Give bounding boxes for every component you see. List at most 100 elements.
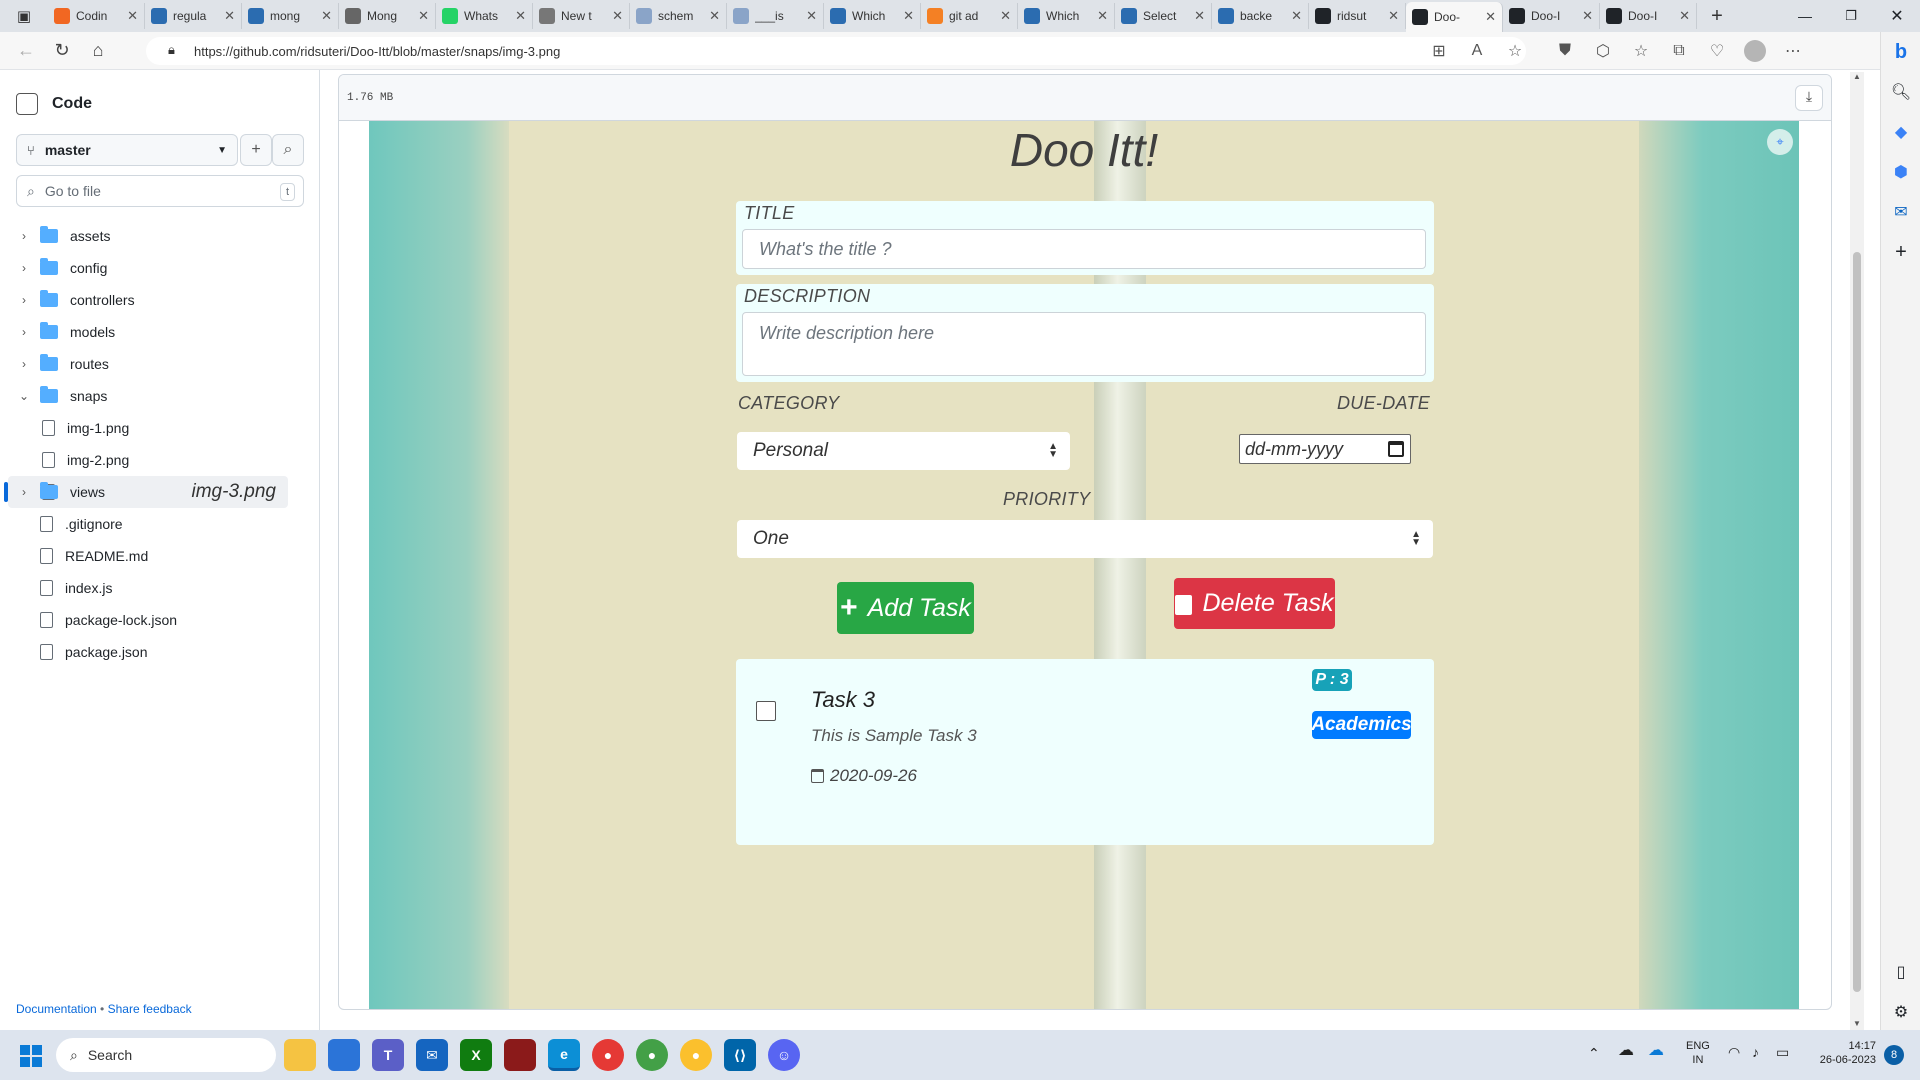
close-tab-icon[interactable]: ✕ (321, 8, 332, 24)
collections-icon[interactable]: ⧉ (1660, 36, 1698, 66)
close-tab-icon[interactable]: ✕ (1097, 8, 1108, 24)
favorite-star-icon[interactable]: ☆ (1496, 36, 1534, 66)
close-tab-icon[interactable]: ✕ (903, 8, 914, 24)
shield-icon[interactable]: ⛊ (1546, 36, 1584, 66)
chevron-down-icon[interactable]: ⌄ (16, 389, 32, 403)
office-icon[interactable]: ⬢ (1881, 152, 1920, 192)
browser-tab[interactable]: git ad ✕ (921, 3, 1018, 29)
title-input[interactable]: What's the title ? (742, 229, 1426, 269)
more-menu-icon[interactable]: ⋯ (1774, 36, 1812, 66)
browser-tab[interactable]: Which ✕ (1018, 3, 1115, 29)
language-indicator[interactable]: ENG IN (1686, 1039, 1710, 1067)
game-icon[interactable] (504, 1039, 536, 1071)
profile-avatar[interactable] (1736, 36, 1774, 66)
chevron-right-icon[interactable]: › (16, 325, 32, 339)
scroll-down-arrow[interactable]: ▼ (1850, 1019, 1864, 1028)
browser-tab[interactable]: Codin ✕ (48, 3, 145, 29)
reload-button[interactable]: ↻ (44, 36, 80, 66)
chevron-right-icon[interactable]: › (16, 261, 32, 275)
cloud-icon[interactable]: ☁ (1648, 1043, 1664, 1059)
browser-tab[interactable]: ___is ✕ (727, 3, 824, 29)
sidebar-toggle-icon[interactable]: ▯ (1881, 952, 1920, 992)
tree-folder[interactable]: › controllers (8, 284, 288, 316)
tree-file[interactable]: index.js (8, 572, 288, 604)
browser-tab[interactable]: Select ✕ (1115, 3, 1212, 29)
close-tab-icon[interactable]: ✕ (1388, 8, 1399, 24)
tree-folder[interactable]: ⌄ snaps (8, 380, 288, 412)
browser-tab[interactable]: ridsut ✕ (1309, 3, 1406, 29)
task-checkbox[interactable] (756, 701, 776, 721)
search-icon[interactable]: 🔍︎ (1881, 72, 1920, 112)
teams-icon[interactable]: T (372, 1039, 404, 1071)
tree-file[interactable]: img-2.png (8, 444, 288, 476)
tree-file[interactable]: .gitignore (8, 508, 288, 540)
start-button[interactable] (20, 1045, 42, 1067)
url-field[interactable]: 🔒︎ https://github.com/ridsuteri/Doo-Itt/… (146, 37, 1526, 65)
close-window-button[interactable]: ✕ (1874, 6, 1920, 26)
taskbar-search[interactable]: ⌕ Search (56, 1038, 276, 1072)
category-select[interactable]: Personal ▲ ▼ (737, 432, 1070, 470)
go-to-file-input[interactable]: ⌕ Go to file t (16, 175, 304, 207)
share-feedback-link[interactable]: Share feedback (108, 1002, 192, 1016)
search-files-button[interactable]: ⌕ (272, 134, 304, 166)
close-tab-icon[interactable]: ✕ (806, 8, 817, 24)
browser-tab[interactable]: backe ✕ (1212, 3, 1309, 29)
close-tab-icon[interactable]: ✕ (1582, 8, 1593, 24)
browser-tab[interactable]: Whats ✕ (436, 3, 533, 29)
description-textarea[interactable]: Write description here (742, 312, 1426, 376)
settings-gear-icon[interactable]: ⚙ (1881, 992, 1920, 1032)
close-tab-icon[interactable]: ✕ (1194, 8, 1205, 24)
add-file-button[interactable]: + (240, 134, 272, 166)
priority-select[interactable]: One ▲ ▼ (737, 520, 1433, 558)
tree-file[interactable]: README.md (8, 540, 288, 572)
download-icon[interactable]: ⤓ (1795, 85, 1823, 111)
due-date-input[interactable]: dd-mm-yyyy (1239, 434, 1411, 464)
extensions-icon[interactable]: ⬡ (1584, 36, 1622, 66)
scrollbar-thumb[interactable] (1853, 252, 1861, 992)
tree-folder[interactable]: › config (8, 252, 288, 284)
browser-tab[interactable]: Doo-I ✕ (1503, 3, 1600, 29)
app-available-icon[interactable]: ⊞ (1420, 36, 1458, 66)
close-tab-icon[interactable]: ✕ (1679, 8, 1690, 24)
close-tab-icon[interactable]: ✕ (224, 8, 235, 24)
home-button[interactable]: ⌂ (80, 36, 116, 66)
bing-copilot-icon[interactable]: b (1881, 32, 1920, 72)
discord-icon[interactable]: ☺ (768, 1039, 800, 1071)
close-tab-icon[interactable]: ✕ (515, 8, 526, 24)
battery-icon[interactable]: ▭ (1776, 1045, 1789, 1059)
tree-folder[interactable]: › views (8, 476, 288, 508)
delete-task-button[interactable]: Delete Task (1174, 578, 1335, 629)
tree-file[interactable]: package-lock.json (8, 604, 288, 636)
tree-file[interactable]: package.json (8, 636, 288, 668)
store-icon[interactable] (328, 1039, 360, 1071)
mail-icon[interactable]: ✉ (416, 1039, 448, 1071)
browser-tab[interactable]: New t ✕ (533, 3, 630, 29)
chevron-right-icon[interactable]: › (16, 229, 32, 243)
branch-selector[interactable]: ⑂ master ▼ (16, 134, 238, 166)
add-task-button[interactable]: + Add Task (837, 582, 974, 634)
edge-icon[interactable]: e (548, 1039, 580, 1071)
show-hidden-icons[interactable]: ⌃ (1588, 1046, 1600, 1060)
chevron-right-icon[interactable]: › (16, 293, 32, 307)
add-app-icon[interactable]: + (1881, 232, 1920, 272)
tree-folder[interactable]: › assets (8, 220, 288, 252)
performance-icon[interactable]: ♡ (1698, 36, 1736, 66)
xbox-icon[interactable]: X (460, 1039, 492, 1071)
onedrive-icon[interactable]: ☁ (1618, 1043, 1634, 1059)
close-tab-icon[interactable]: ✕ (612, 8, 623, 24)
tree-file[interactable]: img-1.png (8, 412, 288, 444)
favorites-icon[interactable]: ☆ (1622, 36, 1660, 66)
wifi-icon[interactable]: ◠ (1728, 1045, 1740, 1059)
notification-badge[interactable]: 8 (1884, 1045, 1904, 1065)
chrome-profile-icon[interactable]: ● (636, 1039, 668, 1071)
shopping-icon[interactable]: ◆ (1881, 112, 1920, 152)
outlook-icon[interactable]: ✉ (1881, 192, 1920, 232)
read-aloud-icon[interactable]: A︎ (1458, 36, 1496, 66)
page-scrollbar[interactable]: ▲ ▼ (1850, 72, 1864, 1030)
close-tab-icon[interactable]: ✕ (1485, 9, 1496, 25)
close-tab-icon[interactable]: ✕ (709, 8, 720, 24)
close-tab-icon[interactable]: ✕ (1291, 8, 1302, 24)
file-explorer-icon[interactable] (284, 1039, 316, 1071)
chevron-right-icon[interactable]: › (16, 357, 32, 371)
vscode-icon[interactable]: ⟨⟩ (724, 1039, 756, 1071)
